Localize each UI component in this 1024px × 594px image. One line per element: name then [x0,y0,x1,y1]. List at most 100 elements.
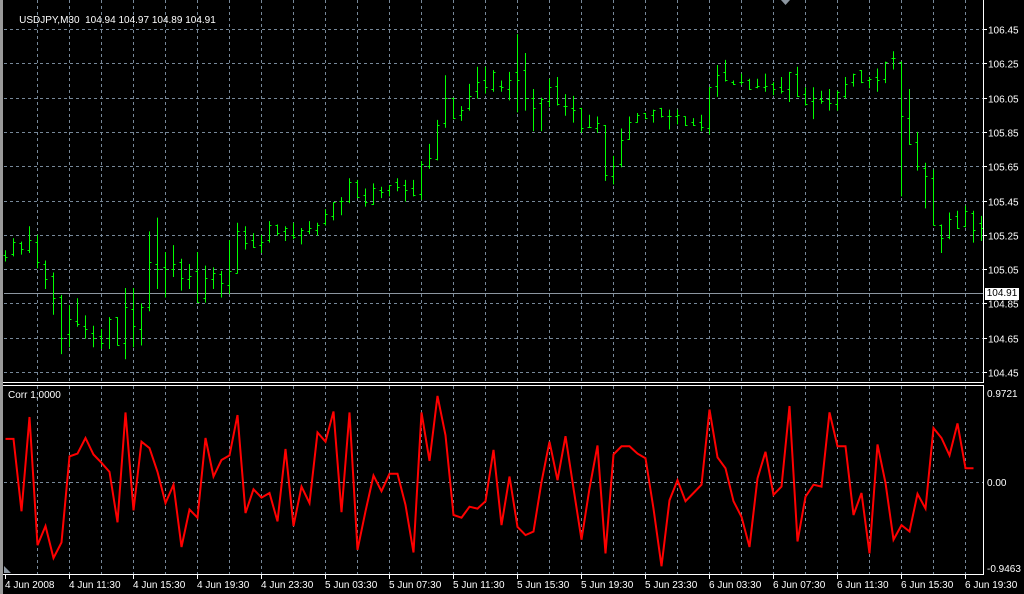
ohlc-bar [835,90,840,111]
time-tick-label: 4 Jun 2008 [5,580,55,591]
ohlc-bar [67,305,72,348]
ohlc-bar [499,80,504,92]
ohlc-bar [291,222,296,240]
ohlc-bar [755,78,760,89]
ohlc-bar [355,179,360,199]
ohlc-bar [523,53,528,111]
price-tick-label: 106.45 [988,26,1019,37]
ohlc-bar [907,89,912,145]
time-tick-label: 6 Jun 11:30 [837,580,889,591]
ohlc-bar [659,107,664,118]
time-tick-label: 5 Jun 15:30 [517,580,570,591]
price-tick-label: 105.85 [988,129,1019,140]
time-tick-label: 4 Jun 15:30 [133,580,186,591]
ohlc-bar [563,94,568,116]
ohlc-bar [307,221,312,235]
ohlc-bar [475,66,480,99]
ohlc-bar [123,287,128,360]
price-tick-label: 106.25 [988,60,1019,71]
ohlc-bar [883,61,888,84]
price-tick-label: 105.45 [988,198,1019,209]
ohlc-bar [283,226,288,241]
indicator-tick-label: 0.9721 [987,389,1018,400]
price-axis: 106.45 106.25 106.05 105.85 105.65 105.45 105.… [983,26,1019,380]
ohlc-bar [147,231,152,312]
ohlc-bar [163,251,168,298]
time-tick-label: 6 Jun 19:30 [965,580,1018,591]
ohlc-bar [155,217,160,289]
time-tick-label: 5 Jun 23:30 [645,580,698,591]
ohlc-bar [411,179,416,197]
time-tick-label: 5 Jun 11:30 [453,580,505,591]
ohlc-bar [139,303,144,346]
ohlc-bar [539,97,544,132]
ohlc-bar [803,87,808,106]
ohlc-bar [891,51,896,70]
chart-shift-marker-icon[interactable] [781,0,790,5]
ohlc-bar [643,113,648,120]
ohlc-bar [827,89,832,111]
ohlc-bar [187,263,192,289]
ohlc-bar [851,73,856,87]
ohlc-bar [931,169,936,226]
ohlc-bar [315,222,320,236]
ohlc-bar [859,70,864,84]
ohlc-bar [3,250,8,262]
time-tick-label: 6 Jun 15:30 [901,580,954,591]
ohlc-bar [171,245,176,277]
ohlc-bar [731,80,736,85]
ohlc-bar [515,34,520,113]
ohlc-bar [459,106,464,121]
ohlc-bar [19,241,24,255]
ohlc-bar [611,155,616,185]
ohlc-bar [11,238,16,257]
time-tick-label: 5 Jun 03:30 [325,580,378,591]
price-bars [3,34,984,360]
ohlc-bar [467,83,472,111]
ohlc-bar [579,107,584,133]
time-tick-label: 4 Jun 11:30 [69,580,121,591]
ohlc-bar [35,234,40,269]
ohlc-bar [331,202,336,221]
ohlc-bar [91,325,96,348]
time-tick-label: 4 Jun 19:30 [197,580,250,591]
correlation-line [5,395,974,567]
ohlc-bar [843,77,848,99]
ohlc-bar [627,116,632,140]
price-tick-label: 104.85 [988,300,1019,311]
open-value: 104.94 [85,15,116,26]
ohlc-bar [635,113,640,123]
ohlc-bar [979,215,984,241]
ohlc-bar [691,118,696,127]
ohlc-bar [771,82,776,96]
ohlc-bar [683,116,688,127]
chart-canvas[interactable]: 106.45 106.25 106.05 105.85 105.65 105.45 105.… [0,0,1024,594]
time-tick-label: 5 Jun 19:30 [581,580,634,591]
ohlc-bar [915,131,920,171]
ohlc-bar [619,128,624,168]
ohlc-bar [387,185,392,197]
ohlc-bar [555,77,560,106]
ohlc-bar [27,226,32,253]
ohlc-bar [299,227,304,245]
ohlc-bar [795,66,800,97]
ohlc-bar [787,71,792,103]
time-tick-label: 5 Jun 07:30 [389,580,442,591]
ohlc-bar [339,197,344,216]
symbol-timeframe: USDJPY,M30 [19,15,80,26]
ohlc-bar [43,260,48,289]
ohlc-bar [83,315,88,339]
ohlc-bar [963,205,968,228]
ohlc-bar [779,77,784,94]
ohlc-bar [323,209,328,226]
price-tick-label: 104.65 [988,335,1019,346]
chart-header: USDJPY,M30 104.94 104.97 104.89 104.91 [8,4,216,37]
ohlc-bar [443,75,448,128]
price-tick-label: 104.45 [988,369,1019,380]
ohlc-bar [547,78,552,108]
ohlc-bar [195,251,200,303]
metatrader-chart-window[interactable]: 106.45 106.25 106.05 105.85 105.65 105.45 105.… [0,0,1024,594]
ohlc-bar [955,210,960,229]
ohlc-bar [179,258,184,291]
ohlc-bar [347,178,352,204]
